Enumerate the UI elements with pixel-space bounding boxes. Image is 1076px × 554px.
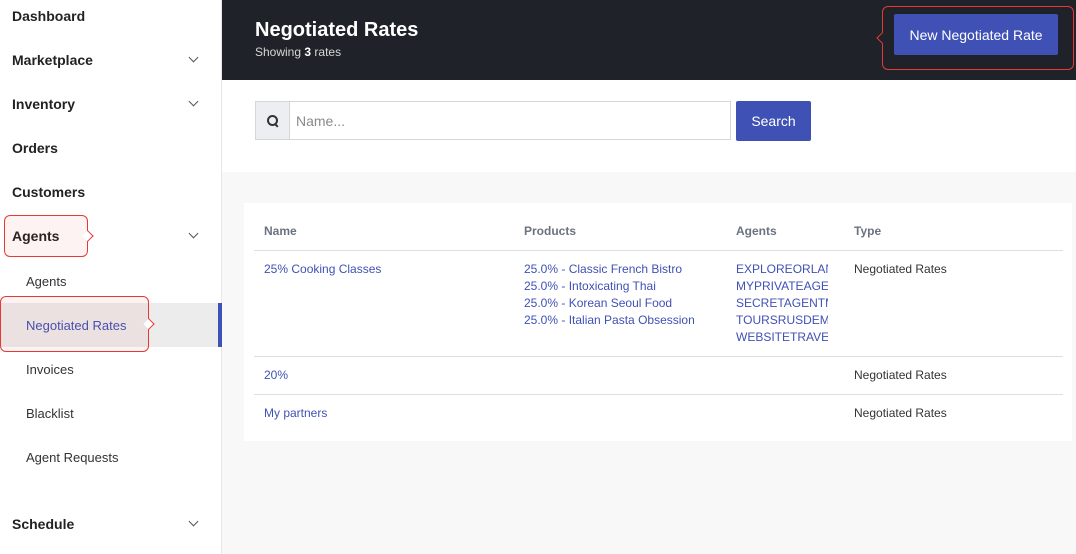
nav-inventory-label: Inventory bbox=[12, 96, 76, 112]
nav-orders[interactable]: Orders bbox=[0, 126, 222, 170]
rate-type: Negotiated Rates bbox=[854, 368, 947, 382]
new-negotiated-rate-button[interactable]: New Negotiated Rate bbox=[894, 14, 1058, 55]
page-title: Negotiated Rates bbox=[255, 19, 419, 41]
sub-item-agents[interactable]: Agents bbox=[0, 259, 222, 303]
agent-link[interactable]: WEBSITETRAVEL bbox=[736, 329, 828, 346]
rate-type: Negotiated Rates bbox=[854, 406, 947, 420]
column-header-type[interactable]: Type bbox=[854, 224, 881, 238]
nav-dashboard-label: Dashboard bbox=[12, 8, 86, 24]
rate-count: 3 bbox=[304, 45, 312, 59]
sub-item-invoices[interactable]: Invoices bbox=[0, 347, 222, 391]
rates-table: Name Products Agents Type 25% Cooking Cl… bbox=[244, 203, 1072, 441]
agent-link[interactable]: MYPRIVATEAGEN bbox=[736, 278, 828, 295]
nav-customers-label: Customers bbox=[12, 184, 86, 200]
rate-name-link[interactable]: My partners bbox=[264, 405, 327, 422]
page-subtitle: Showing 3 rates bbox=[255, 45, 341, 59]
column-header-products[interactable]: Products bbox=[524, 224, 576, 238]
agent-link[interactable]: TOURSRUSDEMC bbox=[736, 312, 828, 329]
nav-orders-label: Orders bbox=[12, 140, 58, 156]
new-button-highlight-tip bbox=[876, 32, 888, 44]
column-header-name[interactable]: Name bbox=[264, 224, 297, 238]
nav-agents-label: Agents bbox=[12, 228, 60, 244]
nav-dashboard[interactable]: Dashboard bbox=[0, 0, 222, 38]
chevron-down-icon bbox=[188, 228, 199, 239]
agent-link[interactable]: EXPLOREORLANI bbox=[736, 261, 828, 278]
rate-name-link[interactable]: 25% Cooking Classes bbox=[264, 261, 381, 278]
subtitle-suffix: rates bbox=[314, 45, 342, 59]
row-divider bbox=[254, 356, 1063, 357]
nav-marketplace[interactable]: Marketplace bbox=[0, 38, 222, 82]
sub-item-blacklist[interactable]: Blacklist bbox=[0, 391, 222, 435]
column-header-agents[interactable]: Agents bbox=[736, 224, 777, 238]
rate-type: Negotiated Rates bbox=[854, 262, 947, 276]
search-icon bbox=[266, 114, 279, 127]
page-header: Negotiated Rates Showing 3 rates New Neg… bbox=[222, 0, 1076, 80]
sub-item-label: Blacklist bbox=[26, 405, 74, 421]
sub-item-negotiated-rates[interactable]: Negotiated Rates bbox=[0, 303, 222, 347]
search-icon-box[interactable] bbox=[255, 101, 289, 140]
product-link[interactable]: 25.0% - Classic French Bistro bbox=[524, 261, 682, 278]
search-bar: Search bbox=[222, 80, 1076, 172]
product-link[interactable]: 25.0% - Intoxicating Thai bbox=[524, 278, 656, 295]
nav-marketplace-label: Marketplace bbox=[12, 52, 93, 68]
sub-item-label: Agents bbox=[26, 273, 67, 289]
row-divider bbox=[254, 394, 1063, 395]
chevron-down-icon bbox=[188, 516, 199, 527]
sub-item-agent-requests[interactable]: Agent Requests bbox=[0, 435, 222, 479]
nav-inventory[interactable]: Inventory bbox=[0, 82, 222, 126]
nav-schedule[interactable]: Schedule bbox=[0, 502, 222, 546]
sub-item-label: Negotiated Rates bbox=[26, 317, 127, 333]
subtitle-prefix: Showing bbox=[255, 45, 302, 59]
header-divider bbox=[254, 250, 1063, 251]
search-button[interactable]: Search bbox=[736, 101, 811, 141]
agent-link[interactable]: SECRETAGENTM bbox=[736, 295, 828, 312]
chevron-down-icon bbox=[188, 52, 199, 63]
search-input[interactable] bbox=[289, 101, 731, 140]
active-indicator bbox=[218, 303, 222, 347]
nav-agents[interactable]: Agents bbox=[0, 214, 222, 258]
chevron-down-icon bbox=[188, 96, 199, 107]
product-link[interactable]: 25.0% - Italian Pasta Obsession bbox=[524, 312, 695, 329]
rate-name-link[interactable]: 20% bbox=[264, 367, 288, 384]
sub-item-label: Invoices bbox=[26, 361, 74, 377]
product-link[interactable]: 25.0% - Korean Seoul Food bbox=[524, 295, 672, 312]
sidebar: Dashboard Marketplace Inventory Orders C… bbox=[0, 0, 222, 554]
nav-customers[interactable]: Customers bbox=[0, 170, 222, 214]
nav-schedule-label: Schedule bbox=[12, 516, 75, 532]
sub-item-label: Agent Requests bbox=[26, 449, 119, 465]
